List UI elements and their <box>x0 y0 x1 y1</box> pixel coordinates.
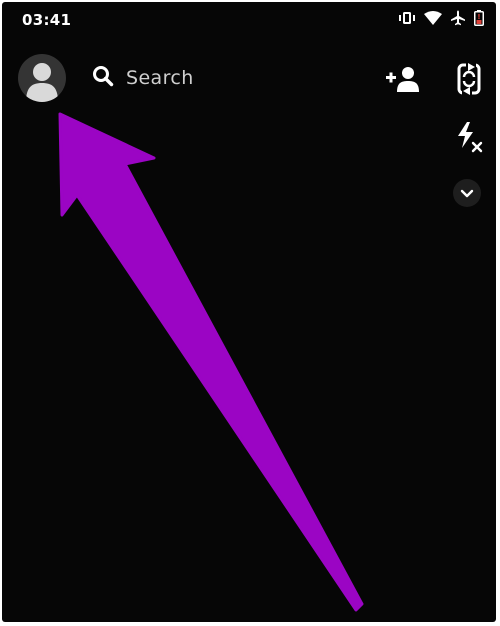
arrow-shape <box>58 112 364 612</box>
add-friend-button[interactable] <box>385 64 421 94</box>
add-friend-icon <box>385 67 421 98</box>
camera-screen: 03:41 ! Search <box>2 2 496 622</box>
chevron-down-icon <box>453 189 481 211</box>
battery-low-icon: ! <box>474 10 484 26</box>
search-button[interactable]: Search <box>92 62 194 94</box>
svg-text:!: ! <box>477 13 480 21</box>
flip-camera-icon <box>454 62 484 101</box>
profile-avatar-button[interactable] <box>18 54 66 102</box>
airplane-icon <box>450 10 466 26</box>
user-silhouette-icon <box>18 54 66 102</box>
search-label: Search <box>126 67 194 89</box>
flip-camera-button[interactable] <box>454 61 484 97</box>
annotation-arrow <box>58 112 364 612</box>
status-time: 03:41 <box>22 11 72 29</box>
wifi-icon <box>424 11 442 25</box>
more-tools-button[interactable] <box>453 179 481 207</box>
flash-off-icon <box>454 122 484 158</box>
vibrate-icon <box>398 11 416 25</box>
status-icons: ! <box>398 10 484 26</box>
search-icon <box>92 65 114 91</box>
flash-toggle-button[interactable] <box>454 120 484 154</box>
